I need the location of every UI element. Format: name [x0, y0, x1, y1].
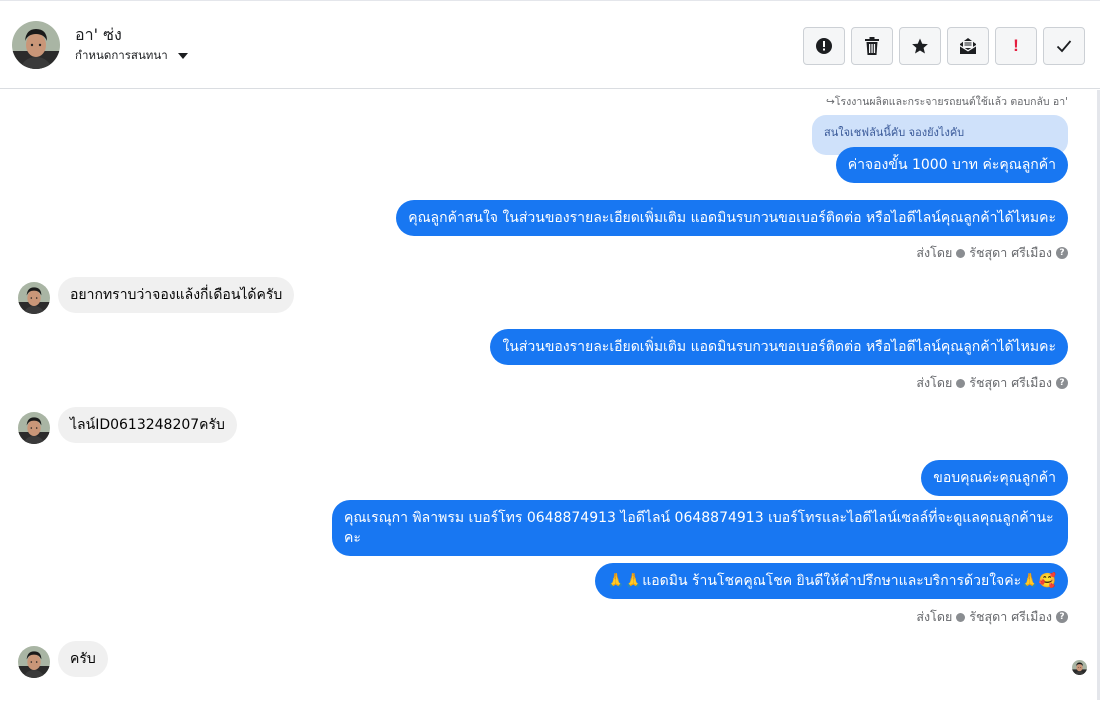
reply-reference: ↪โรงงานผลิตและกระจายรถยนต์ใช้แล้ว ตอบกลั…	[826, 96, 1068, 108]
delete-button[interactable]	[851, 27, 893, 65]
incoming-message[interactable]: อยากทราบว่าจองแล้งกี่เดือนได้ครับ	[58, 277, 295, 313]
outgoing-message[interactable]: 🙏🙏แอดมิน ร้านโชคคูณโชค ยินดีให้คำปรึกษาแ…	[595, 563, 1068, 599]
conversation-header: อา' ซ่ง กำหนดการสนทนา !	[0, 0, 1100, 89]
seen-receipt-avatar	[1072, 660, 1087, 675]
mark-unread-button[interactable]	[947, 27, 989, 65]
done-button[interactable]	[1043, 27, 1085, 65]
contact-avatar-small[interactable]	[18, 412, 50, 444]
alert-circle-icon	[816, 38, 832, 54]
trash-icon	[865, 37, 879, 55]
sent-by-label: ส่งโดย	[916, 245, 953, 260]
sent-by-label: ส่งโดย	[916, 375, 953, 390]
outgoing-message[interactable]: ขอบคุณค่ะคุณลูกค้า	[921, 460, 1068, 496]
conversation-setting-dropdown[interactable]: กำหนดการสนทนา	[75, 47, 188, 65]
help-icon[interactable]: ?	[1056, 377, 1068, 389]
conversation-actions: !	[803, 27, 1085, 65]
message-thread: ↪โรงงานผลิตและกระจายรถยนต์ใช้แล้ว ตอบกลั…	[0, 89, 1100, 711]
star-button[interactable]	[899, 27, 941, 65]
sent-by-agent[interactable]: รัชสุดา ศรีเมือง	[969, 373, 1052, 393]
outgoing-message[interactable]: คุณลูกค้าสนใจ ในส่วนของรายละเอียดเพิ่มเต…	[396, 200, 1068, 236]
sent-by-meta: ส่งโดย รัชสุดา ศรีเมือง ?	[916, 373, 1068, 393]
verified-icon	[956, 612, 966, 622]
envelope-open-icon	[960, 38, 976, 54]
exclamation-icon: !	[1013, 36, 1019, 55]
contact-avatar-small[interactable]	[18, 282, 50, 314]
mark-spam-button[interactable]	[803, 27, 845, 65]
contact-name[interactable]: อา' ซ่ง	[75, 23, 122, 48]
conversation-setting-label: กำหนดการสนทนา	[75, 48, 168, 62]
verified-icon	[956, 248, 966, 258]
sent-by-label: ส่งโดย	[916, 609, 953, 624]
verified-icon	[956, 378, 966, 388]
sent-by-agent[interactable]: รัชสุดา ศรีเมือง	[969, 607, 1052, 627]
star-icon	[912, 38, 928, 54]
outgoing-message[interactable]: ในส่วนของรายละเอียดเพิ่มเติม แอดมินรบกวน…	[490, 329, 1068, 365]
sent-by-meta: ส่งโดย รัชสุดา ศรีเมือง ?	[916, 243, 1068, 263]
contact-avatar-small[interactable]	[18, 646, 50, 678]
sent-by-meta: ส่งโดย รัชสุดา ศรีเมือง ?	[916, 607, 1068, 627]
check-icon	[1056, 40, 1072, 53]
important-button[interactable]: !	[995, 27, 1037, 65]
caret-down-icon	[177, 53, 188, 59]
outgoing-message[interactable]: ค่าจองขั้น 1000 บาท ค่ะคุณลูกค้า	[835, 147, 1068, 183]
help-icon[interactable]: ?	[1056, 247, 1068, 259]
contact-avatar[interactable]	[12, 21, 60, 69]
incoming-message[interactable]: ครับ	[58, 641, 108, 677]
help-icon[interactable]: ?	[1056, 611, 1068, 623]
outgoing-message[interactable]: คุณเรณุกา พิลาพรม เบอร์โทร 0648874913 ไอ…	[332, 500, 1068, 556]
incoming-message[interactable]: ไลน์ID0613248207ครับ	[58, 407, 237, 443]
sent-by-agent[interactable]: รัชสุดา ศรีเมือง	[969, 243, 1052, 263]
